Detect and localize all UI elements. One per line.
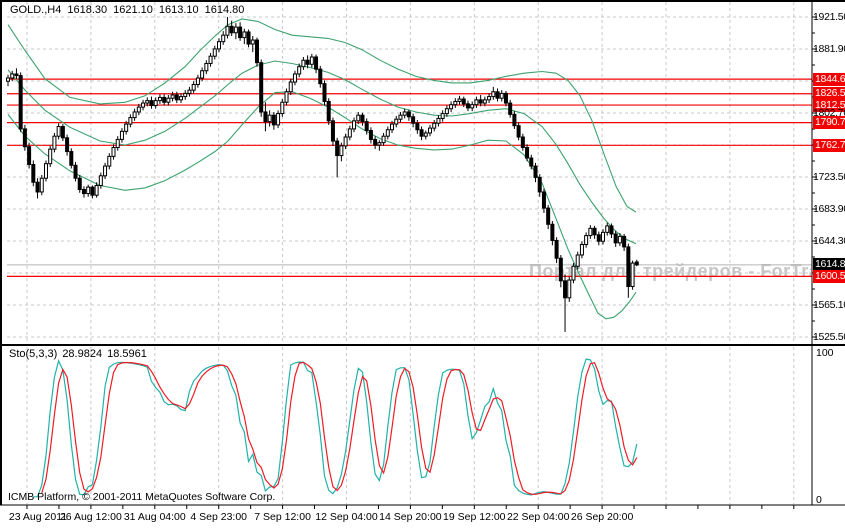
chart-canvas[interactable] [0,0,845,528]
terminal-chart-window: Портал для трейдеров - ForTrade GOLD.,H4… [0,0,845,528]
